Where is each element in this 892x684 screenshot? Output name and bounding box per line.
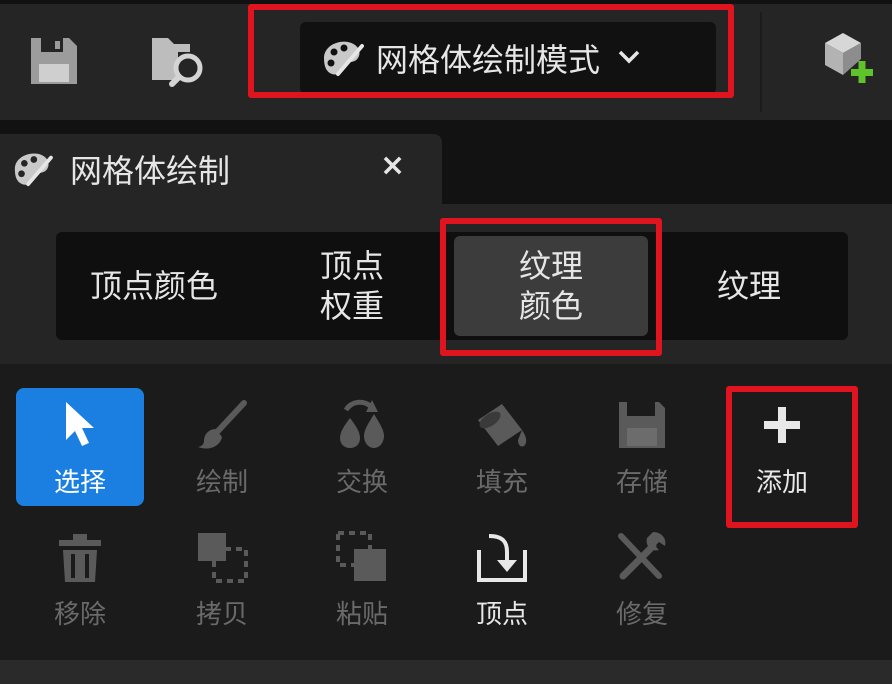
save-icon[interactable] — [22, 30, 86, 92]
tool-swap-button[interactable]: 交换 — [298, 388, 426, 506]
tool-select-button[interactable]: 选择 — [16, 388, 144, 506]
paint-palette-icon — [8, 150, 54, 192]
tool-copy-button[interactable]: 拷贝 — [158, 520, 286, 638]
tool-label: 选择 — [53, 468, 106, 498]
tab-mesh-paint[interactable]: 网格体绘制 × — [0, 134, 442, 204]
tool-label: 拷贝 — [195, 600, 248, 630]
segment-texture[interactable]: 纹理 — [650, 232, 848, 340]
tool-label: 修复 — [615, 600, 668, 630]
paste-icon — [332, 526, 392, 588]
segment-label: 纹理 — [716, 267, 781, 305]
tool-save-button[interactable]: 存储 — [578, 388, 706, 506]
tool-paint-button[interactable]: 绘制 — [158, 388, 286, 506]
add-actor-icon[interactable] — [812, 28, 876, 92]
bottom-panel-edge — [0, 660, 892, 684]
close-icon[interactable]: × — [380, 148, 405, 183]
tool-fill-button[interactable]: 填充 — [438, 388, 566, 506]
tool-label: 移除 — [53, 600, 106, 630]
tool-label: 绘制 — [195, 468, 248, 498]
tool-label: 交换 — [335, 468, 388, 498]
tab-label: 网格体绘制 — [70, 152, 231, 190]
trash-icon — [50, 526, 110, 588]
paint-bucket-icon — [472, 394, 532, 456]
add-tool-highlight — [726, 386, 858, 528]
tool-label: 顶点 — [475, 600, 528, 630]
repair-tools-icon — [612, 526, 672, 588]
tool-remove-button[interactable]: 移除 — [16, 520, 144, 638]
toolbar-separator — [760, 12, 762, 112]
save-icon — [612, 394, 672, 456]
tool-label: 存储 — [615, 468, 668, 498]
mode-selector-highlight — [248, 4, 734, 98]
copy-icon — [192, 526, 252, 588]
segment-label: 顶点颜色 — [89, 267, 218, 305]
tool-label: 粘贴 — [335, 600, 388, 630]
folder-search-icon[interactable] — [146, 26, 212, 92]
segment-label: 顶点 权重 — [319, 247, 384, 325]
tool-label: 填充 — [475, 468, 528, 498]
tool-import-vertex-button[interactable]: 顶点 — [438, 520, 566, 638]
texture-color-highlight — [440, 218, 662, 356]
swap-drops-icon — [332, 394, 392, 456]
cursor-arrow-icon — [50, 394, 110, 456]
segment-vertex-weight[interactable]: 顶点 权重 — [252, 232, 452, 340]
tool-fix-button[interactable]: 修复 — [578, 520, 706, 638]
import-vertex-icon — [472, 526, 532, 588]
segment-vertex-color[interactable]: 顶点颜色 — [56, 232, 252, 340]
brush-icon — [192, 394, 252, 456]
tool-paste-button[interactable]: 粘贴 — [298, 520, 426, 638]
